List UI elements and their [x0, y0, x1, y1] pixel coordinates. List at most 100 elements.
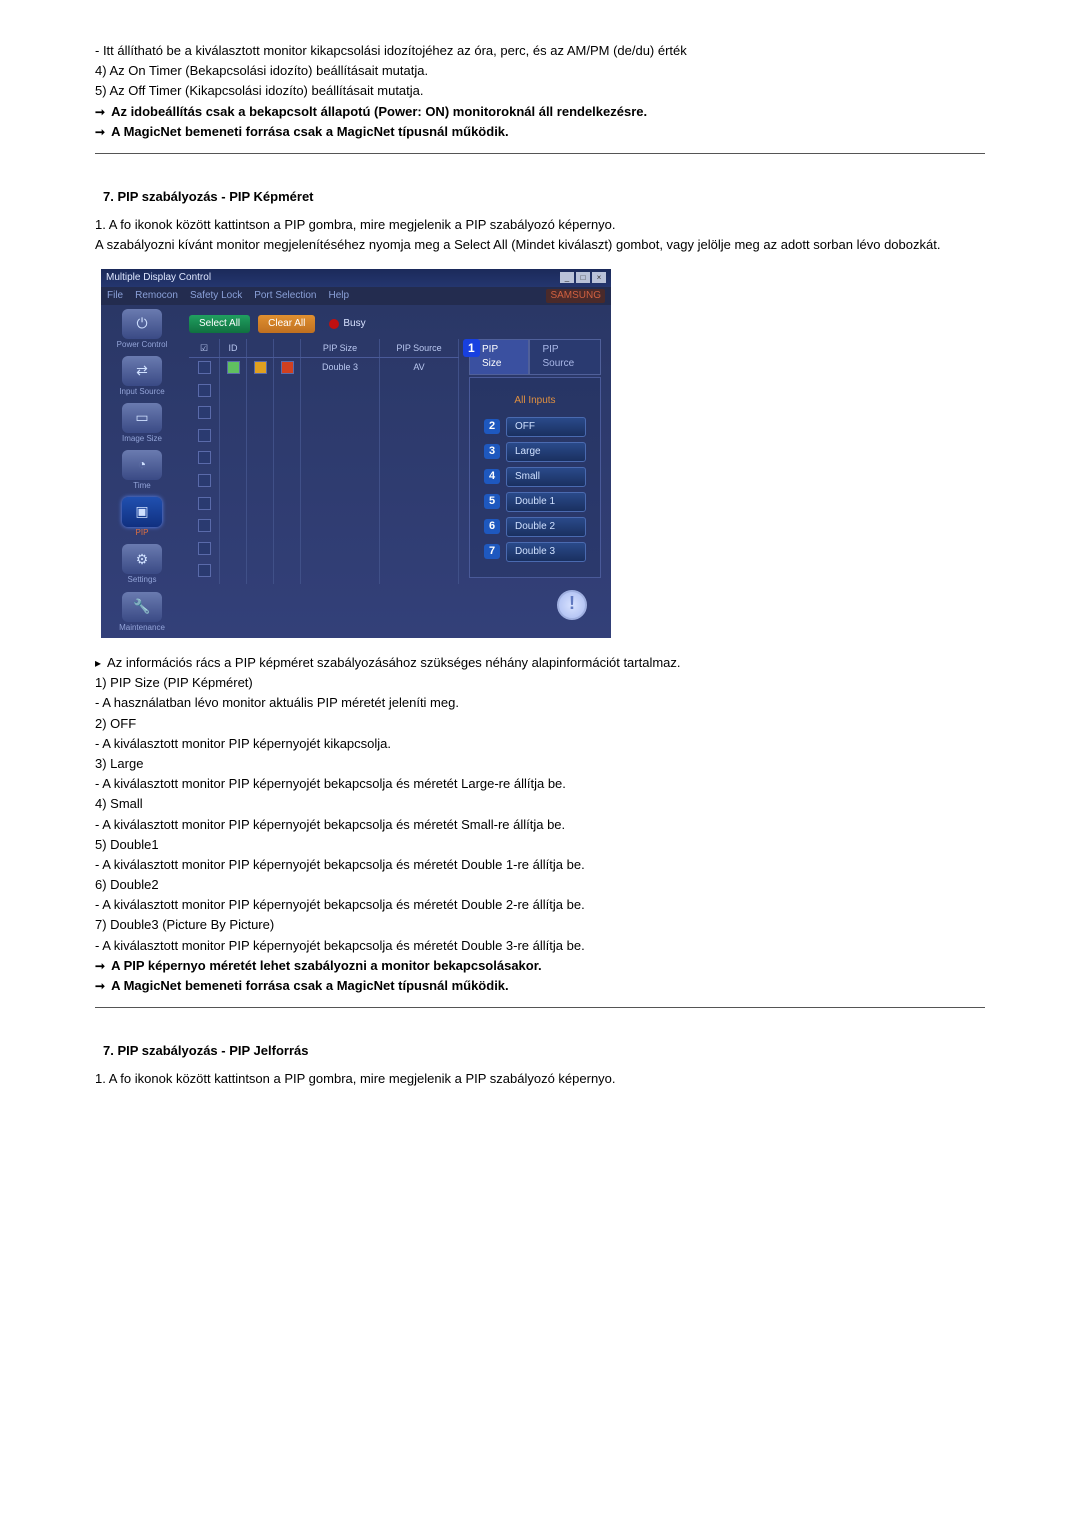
row-checkbox[interactable] [198, 542, 211, 555]
sidebar-item-settings[interactable]: ⚙Settings [109, 544, 175, 585]
status-icon [227, 361, 240, 374]
settings-icon: ⚙ [122, 544, 162, 574]
tab-pip-source[interactable]: PIP Source [529, 339, 601, 375]
info-3-title: 3) Large [95, 755, 985, 773]
table-row[interactable] [189, 516, 459, 539]
sidebar-item-power[interactable]: ⏻Power Control [109, 309, 175, 350]
top-line-offtimer-detail: - Itt állítható be a kiválasztott monito… [95, 42, 985, 60]
menu-remocon[interactable]: Remocon [135, 289, 178, 303]
cell-pipsize: Double 3 [301, 358, 380, 381]
table-row[interactable] [189, 494, 459, 517]
menu-port[interactable]: Port Selection [254, 289, 316, 303]
callout-badge-7: 7 [484, 544, 500, 559]
top-note-magicnet: A MagicNet bemeneti forrása csak a Magic… [95, 123, 985, 141]
section2-step1: 1. A fo ikonok között kattintson a PIP g… [95, 1070, 985, 1088]
info-6-desc: - A kiválasztott monitor PIP képernyojét… [95, 896, 985, 914]
table-row[interactable] [189, 471, 459, 494]
cell-pipsource: AV [380, 358, 459, 381]
table-row[interactable] [189, 448, 459, 471]
table-row[interactable]: Double 3 AV [189, 358, 459, 381]
table-row[interactable] [189, 403, 459, 426]
section-title-pip-source: 7. PIP szabályozás - PIP Jelforrás [103, 1042, 985, 1060]
maximize-icon[interactable]: □ [576, 272, 590, 283]
col-id: ID [220, 339, 247, 358]
sidebar-item-image[interactable]: ▭Image Size [109, 403, 175, 444]
table-row[interactable] [189, 561, 459, 584]
info-1-title: 1) PIP Size (PIP Képméret) [95, 674, 985, 692]
menu-help[interactable]: Help [328, 289, 349, 303]
time-icon: ◔ [122, 450, 162, 480]
all-inputs-label: All Inputs [478, 384, 592, 412]
option-off[interactable]: OFF [506, 417, 586, 437]
info-note-2: A MagicNet bemeneti forrása csak a Magic… [95, 977, 985, 995]
info-6-title: 6) Double2 [95, 876, 985, 894]
brand-label: SAMSUNG [546, 289, 605, 303]
callout-badge-3: 3 [484, 444, 500, 459]
window-title: Multiple Display Control [106, 271, 211, 285]
row-checkbox[interactable] [198, 384, 211, 397]
info-2-desc: - A kiválasztott monitor PIP képernyojét… [95, 735, 985, 753]
info-2-title: 2) OFF [95, 715, 985, 733]
select-all-button[interactable]: Select All [189, 315, 250, 333]
table-row[interactable] [189, 539, 459, 562]
row-checkbox[interactable] [198, 451, 211, 464]
info-5-desc: - A kiválasztott monitor PIP képernyojét… [95, 856, 985, 874]
option-double3[interactable]: Double 3 [506, 542, 586, 562]
info-5-title: 5) Double1 [95, 836, 985, 854]
section-title-pip-size: 7. PIP szabályozás - PIP Képméret [103, 188, 985, 206]
row-checkbox[interactable] [198, 429, 211, 442]
row-checkbox[interactable] [198, 497, 211, 510]
window-controls: _□× [558, 271, 606, 285]
top-ontimer: 4) Az On Timer (Bekapcsolási idozíto) be… [95, 62, 985, 80]
pip-icon: ▣ [122, 497, 162, 527]
info-icon[interactable]: ! [557, 590, 587, 620]
busy-dot-icon [329, 319, 339, 329]
info-7-title: 7) Double3 (Picture By Picture) [95, 916, 985, 934]
info-7-desc: - A kiválasztott monitor PIP képernyojét… [95, 937, 985, 955]
sidebar-item-time[interactable]: ◔Time [109, 450, 175, 491]
row-checkbox[interactable] [198, 361, 211, 374]
menu-safety[interactable]: Safety Lock [190, 289, 242, 303]
row-checkbox[interactable] [198, 564, 211, 577]
info-lead: Az információs rács a PIP képméret szabá… [95, 654, 985, 672]
close-icon[interactable]: × [592, 272, 606, 283]
sidebar-item-maintenance[interactable]: 🔧Maintenance [109, 592, 175, 633]
clear-all-button[interactable]: Clear All [258, 315, 315, 333]
busy-indicator: Busy [329, 317, 365, 331]
status-icon [254, 361, 267, 374]
monitor-table: ☑ ID PIP Size PIP Source Double 3 AV [189, 339, 459, 585]
callout-badge-6: 6 [484, 519, 500, 534]
table-row[interactable] [189, 426, 459, 449]
info-4-desc: - A kiválasztott monitor PIP képernyojét… [95, 816, 985, 834]
titlebar: Multiple Display Control _□× [101, 269, 611, 287]
top-offtimer: 5) Az Off Timer (Kikapcsolási idozíto) b… [95, 82, 985, 100]
row-checkbox[interactable] [198, 519, 211, 532]
info-1-desc: - A használatban lévo monitor aktuális P… [95, 694, 985, 712]
divider [95, 1007, 985, 1008]
callout-badge-2: 2 [484, 419, 500, 434]
option-small[interactable]: Small [506, 467, 586, 487]
maintenance-icon: 🔧 [122, 592, 162, 622]
col-pipsource: PIP Source [380, 339, 459, 358]
row-checkbox[interactable] [198, 474, 211, 487]
options-panel: 1 PIP Size PIP Source All Inputs 2OFF 3L… [469, 339, 601, 585]
mdc-window: Multiple Display Control _□× File Remoco… [101, 269, 611, 639]
row-checkbox[interactable] [198, 406, 211, 419]
minimize-icon[interactable]: _ [560, 272, 574, 283]
info-4-title: 4) Small [95, 795, 985, 813]
col-check: ☑ [189, 339, 220, 358]
table-row[interactable] [189, 381, 459, 404]
info-note-1: A PIP képernyo méretét lehet szabályozni… [95, 957, 985, 975]
option-double1[interactable]: Double 1 [506, 492, 586, 512]
sidebar-item-input[interactable]: ⇄Input Source [109, 356, 175, 397]
divider [95, 153, 985, 154]
callout-badge-1: 1 [463, 339, 480, 358]
option-double2[interactable]: Double 2 [506, 517, 586, 537]
option-large[interactable]: Large [506, 442, 586, 462]
step-1b: A szabályozni kívánt monitor megjeleníté… [95, 236, 985, 254]
callout-badge-5: 5 [484, 494, 500, 509]
step-1: 1. A fo ikonok között kattintson a PIP g… [95, 216, 985, 234]
sidebar-item-pip[interactable]: ▣PIP [109, 497, 175, 538]
menu-file[interactable]: File [107, 289, 123, 303]
menubar: File Remocon Safety Lock Port Selection … [101, 287, 611, 305]
